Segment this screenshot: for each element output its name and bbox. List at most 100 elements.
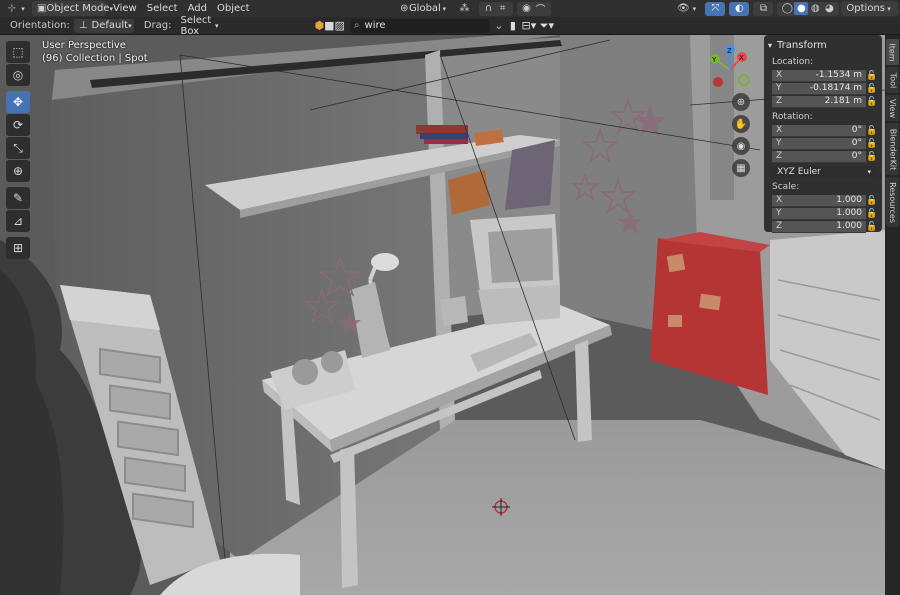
location-z-field[interactable]: Z 2.181 m: [772, 95, 866, 108]
shading-mode-group[interactable]: ◯ ● ◍ ◕: [777, 1, 840, 16]
move-icon[interactable]: ✥: [6, 91, 30, 113]
mode-label: Object Mode: [46, 3, 110, 14]
gizmo-y-label: Y: [711, 56, 717, 64]
select-box-icon[interactable]: ⬚: [6, 41, 30, 63]
scale-z-field[interactable]: Z 1.000: [772, 220, 866, 233]
tab-tool[interactable]: Tool: [886, 67, 899, 93]
rendered-shading-icon: ◕: [825, 3, 834, 14]
editor-type-button[interactable]: ⊹ ▾: [0, 1, 32, 16]
rotation-x-field[interactable]: X 0°: [772, 124, 866, 137]
color-wheel-icon: ⬢: [314, 19, 325, 32]
chevron-down-icon: ▾: [442, 4, 446, 13]
chevron-down-icon: ▾: [887, 4, 891, 13]
lock-icon[interactable]: 🔓: [866, 84, 878, 94]
options-label: Options: [846, 3, 885, 14]
bookmark-icon[interactable]: ▮: [506, 19, 520, 32]
proportional-edit-toggle[interactable]: ◉ ⌒: [516, 1, 551, 16]
solid-shading-icon: ●: [794, 2, 809, 15]
menu-view[interactable]: View: [108, 1, 142, 16]
zoom-icon[interactable]: ⊕: [732, 93, 750, 111]
location-x-field[interactable]: X -1.1534 m: [772, 69, 866, 82]
object-type-visibility[interactable]: 👁 ▾: [671, 1, 703, 16]
overlays-toggle[interactable]: ◐: [729, 1, 750, 16]
lock-icon[interactable]: 🔓: [866, 139, 878, 149]
lock-icon[interactable]: 🔓: [866, 196, 878, 206]
cursor-icon[interactable]: ◎: [6, 64, 30, 86]
transform-icon[interactable]: ⊕: [6, 160, 30, 182]
xray-toggle[interactable]: ⧉: [753, 1, 774, 16]
pivot-point-button[interactable]: ⁂: [453, 1, 477, 16]
drag-label: Drag:: [143, 20, 172, 31]
search-input[interactable]: ⌕ wire: [349, 18, 490, 33]
transform-orientation-dropdown[interactable]: ⊛ Global ▾: [395, 1, 453, 16]
lock-icon[interactable]: 🔓: [866, 126, 878, 136]
chevron-down-icon: ▾: [214, 21, 219, 30]
tab-item[interactable]: Item: [886, 39, 899, 65]
wireframe-shading-icon: ◯: [781, 3, 793, 14]
rotation-z-field[interactable]: Z 0°: [772, 150, 866, 163]
lock-icon[interactable]: 🔓: [866, 222, 878, 232]
camera-icon[interactable]: ◉: [732, 137, 750, 155]
navigation-gizmo[interactable]: Z X Y: [700, 40, 760, 100]
3d-viewport[interactable]: User Perspective (96) Collection | Spot …: [0, 35, 885, 595]
gizmo-neg-x-axis[interactable]: [713, 77, 723, 87]
drag-dropdown[interactable]: Select Box ▾: [175, 15, 223, 37]
chevron-down-icon: ▾: [128, 21, 132, 30]
rotation-y-field[interactable]: Y 0°: [772, 137, 866, 150]
transform-panel-header[interactable]: ▾ Transform: [768, 37, 878, 53]
snap-toggle[interactable]: ∩ ⌗: [478, 1, 513, 16]
orientation-axis-icon: ⊥: [78, 20, 88, 31]
add-cube-icon[interactable]: ⊞: [6, 237, 30, 259]
eye-icon: 👁: [677, 3, 690, 14]
viewport-header: ⊹ ▾ ▣ Object Mode ▾ View Select Add Obje…: [0, 0, 900, 17]
scale-y-field[interactable]: Y 1.000: [772, 207, 866, 220]
orientation-label: Orientation:: [10, 20, 70, 31]
chevron-down-icon: ▾: [867, 168, 871, 176]
tab-view[interactable]: View: [886, 95, 899, 121]
lock-icon[interactable]: 🔓: [866, 152, 878, 162]
gizmo-toggle[interactable]: ⤧: [705, 1, 726, 16]
orientation-dropdown[interactable]: ⊥ Default ▾: [73, 18, 134, 33]
gizmo-x-label: X: [739, 54, 744, 62]
collection-info-label: (96) Collection | Spot: [42, 53, 148, 64]
menu-object[interactable]: Object: [212, 1, 255, 16]
filter-icon[interactable]: ⏷▾: [538, 19, 556, 33]
transform-panel: ▾ Transform Location: X -1.1534 m 🔓 Y -0.18…: [764, 35, 882, 233]
lock-icon[interactable]: 🔓: [866, 209, 878, 219]
scale-label: Scale:: [772, 182, 800, 192]
rotation-mode-dropdown[interactable]: XYZ Euler ▾: [772, 166, 876, 178]
pan-hand-icon[interactable]: ✋: [732, 115, 750, 133]
measure-icon[interactable]: ⊿: [6, 210, 30, 232]
proportional-edit-icon: ◉: [522, 3, 531, 14]
overlays-icon: ◐: [735, 3, 744, 14]
chevron-down-circle-icon[interactable]: ⌄: [492, 19, 506, 32]
lock-icon[interactable]: 🔓: [866, 97, 878, 107]
search-icon: ⌕: [353, 20, 360, 31]
rotation-label: Rotation:: [772, 112, 813, 122]
gizmo-icon: ⤧: [711, 3, 720, 14]
viewport-info: User Perspective (96) Collection | Spot: [42, 39, 148, 65]
options-button[interactable]: Options ▾: [841, 1, 898, 16]
3d-viewport-icon: ⊹: [7, 3, 17, 14]
gizmo-z-label: Z: [727, 47, 732, 55]
object-data-icon: ■: [324, 19, 335, 32]
layout-icon[interactable]: ⊟▾: [520, 19, 538, 32]
scale-icon[interactable]: ⤡: [6, 137, 30, 159]
snap-target-icon: ⌗: [499, 3, 506, 14]
tab-blenderkit[interactable]: BlenderKit: [886, 123, 899, 175]
scale-x-field[interactable]: X 1.000: [772, 194, 866, 207]
transform-title: Transform: [777, 39, 827, 51]
filter-type-icons[interactable]: ⬢ ■ ▨: [311, 19, 347, 33]
annotate-icon[interactable]: ✎: [6, 187, 30, 209]
lock-icon[interactable]: 🔓: [866, 71, 878, 81]
menu-select[interactable]: Select: [142, 1, 183, 16]
gizmo-neg-y-axis[interactable]: [738, 74, 750, 86]
sidebar-tabs: Item Tool View BlenderKit Resources: [885, 35, 900, 595]
location-y-field[interactable]: Y -0.18174 m: [772, 82, 866, 95]
grid-ortho-icon[interactable]: ▦: [732, 159, 750, 177]
scene-render: [0, 35, 885, 595]
tab-resources[interactable]: Resources: [886, 177, 899, 227]
mode-dropdown[interactable]: ▣ Object Mode ▾: [32, 1, 113, 16]
rotate-icon[interactable]: ⟳: [6, 114, 30, 136]
orientation-value: Default: [91, 20, 129, 31]
